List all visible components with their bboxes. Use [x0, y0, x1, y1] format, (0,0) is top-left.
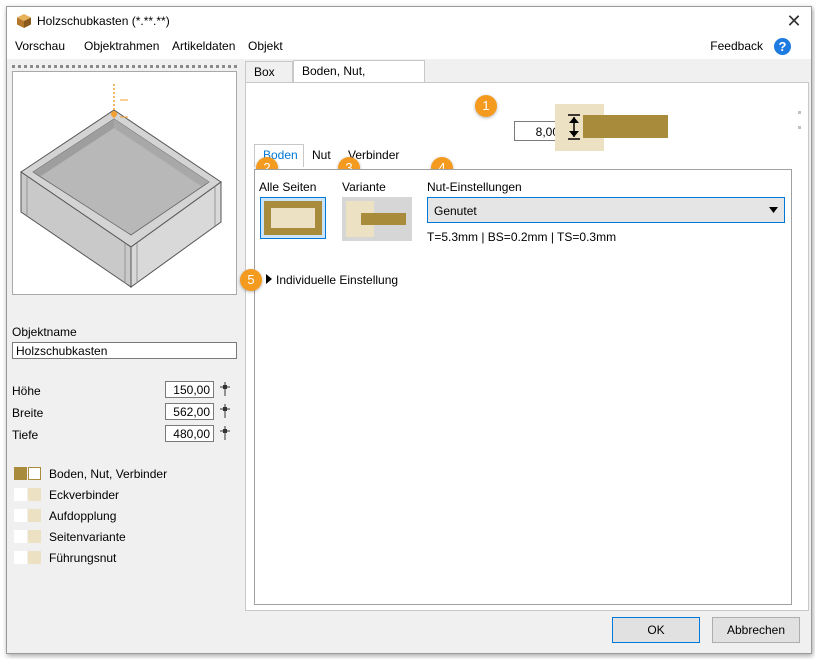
window-title: Holzschubkasten (*.**.**)	[37, 14, 170, 28]
pin-icon[interactable]	[219, 382, 231, 396]
dialog-window: Holzschubkasten (*.**.**) ✕ Vorschau Obj…	[6, 6, 812, 654]
objektname-input[interactable]: Holzschubkasten	[12, 342, 237, 359]
hoehe-input[interactable]: 150,00	[165, 381, 214, 398]
drawer-3d-icon	[20, 84, 222, 288]
alle-seiten-option[interactable]	[260, 197, 326, 239]
nut-einstellungen-label: Nut-Einstellungen	[427, 180, 522, 194]
boden-tab-content: Alle Seiten Variante Nut-Einstellungen G…	[254, 169, 792, 605]
menu-objekt[interactable]: Objekt	[248, 39, 283, 53]
legend-label: Führungsnut	[49, 551, 117, 565]
3d-preview[interactable]	[12, 71, 237, 295]
pin-icon[interactable]	[219, 426, 231, 440]
nut-details: T=5.3mm | BS=0.2mm | TS=0.3mm	[427, 230, 617, 244]
help-icon[interactable]: ?	[774, 38, 791, 55]
tab-box[interactable]: Box	[245, 61, 293, 82]
menu-vorschau[interactable]: Vorschau	[15, 39, 65, 53]
variante-option[interactable]	[342, 197, 412, 241]
scroll-indicator	[798, 111, 801, 114]
menu-objektrahmen[interactable]: Objektrahmen	[84, 39, 159, 53]
menu-bar: Vorschau Objektrahmen Artikeldaten Objek…	[7, 35, 811, 59]
abbrechen-button[interactable]: Abbrechen	[712, 617, 800, 643]
legend-label: Aufdopplung	[49, 509, 117, 523]
menu-artikeldaten[interactable]: Artikeldaten	[172, 39, 235, 53]
caret-right-icon	[266, 274, 272, 284]
box-app-icon	[17, 14, 31, 28]
alle-seiten-label: Alle Seiten	[259, 180, 317, 194]
splitter-grip[interactable]	[12, 65, 237, 68]
feedback-link[interactable]: Feedback	[710, 39, 763, 53]
chevron-down-icon	[769, 207, 778, 213]
swatch-icon	[14, 551, 41, 564]
swatch-icon	[14, 509, 41, 522]
thickness-arrow-icon	[568, 114, 580, 140]
tab-boden-nut-verbinder[interactable]: Boden, Nut, Verbinder	[293, 60, 425, 99]
outer-tab-strip: Box Boden, Nut, Verbinder	[245, 60, 808, 99]
close-icon[interactable]: ✕	[783, 10, 805, 32]
tiefe-input[interactable]: 480,00	[165, 425, 214, 442]
left-panel: Objektname Holzschubkasten Höhe 150,00 B…	[7, 59, 243, 653]
board-thickness-swatch	[583, 115, 668, 138]
variante-label: Variante	[342, 180, 386, 194]
scroll-indicator	[798, 126, 801, 129]
pin-icon[interactable]	[219, 404, 231, 418]
wood-swatch-icon	[14, 467, 41, 480]
legend-label: Boden, Nut, Verbinder	[49, 467, 168, 481]
callout-badge-5: 5	[240, 269, 262, 291]
breite-input[interactable]: 562,00	[165, 403, 214, 420]
inner-tab-strip: Boden Nut Verbinder	[254, 144, 802, 169]
legend-label: Seitenvariante	[49, 530, 126, 544]
swatch-icon	[14, 488, 41, 501]
boden-nut-verbinder-panel: 1 8,00 Boden Nut Verbinder 2 3 4 Alle Se…	[240, 82, 809, 611]
individuelle-label: Individuelle Einstellung	[276, 273, 399, 287]
tiefe-label: Tiefe	[12, 428, 39, 442]
swatch-icon	[14, 530, 41, 543]
hoehe-label: Höhe	[12, 384, 41, 398]
objektname-label: Objektname	[12, 325, 77, 339]
callout-badge-1: 1	[475, 95, 497, 117]
legend-label: Eckverbinder	[49, 488, 120, 502]
ok-button[interactable]: OK	[612, 617, 700, 643]
tab-nut[interactable]: Nut	[304, 145, 340, 166]
breite-label: Breite	[12, 406, 44, 420]
nut-select[interactable]: Genutet	[427, 197, 785, 223]
title-bar: Holzschubkasten (*.**.**) ✕	[7, 7, 811, 35]
nut-select-value: Genutet	[434, 204, 477, 218]
